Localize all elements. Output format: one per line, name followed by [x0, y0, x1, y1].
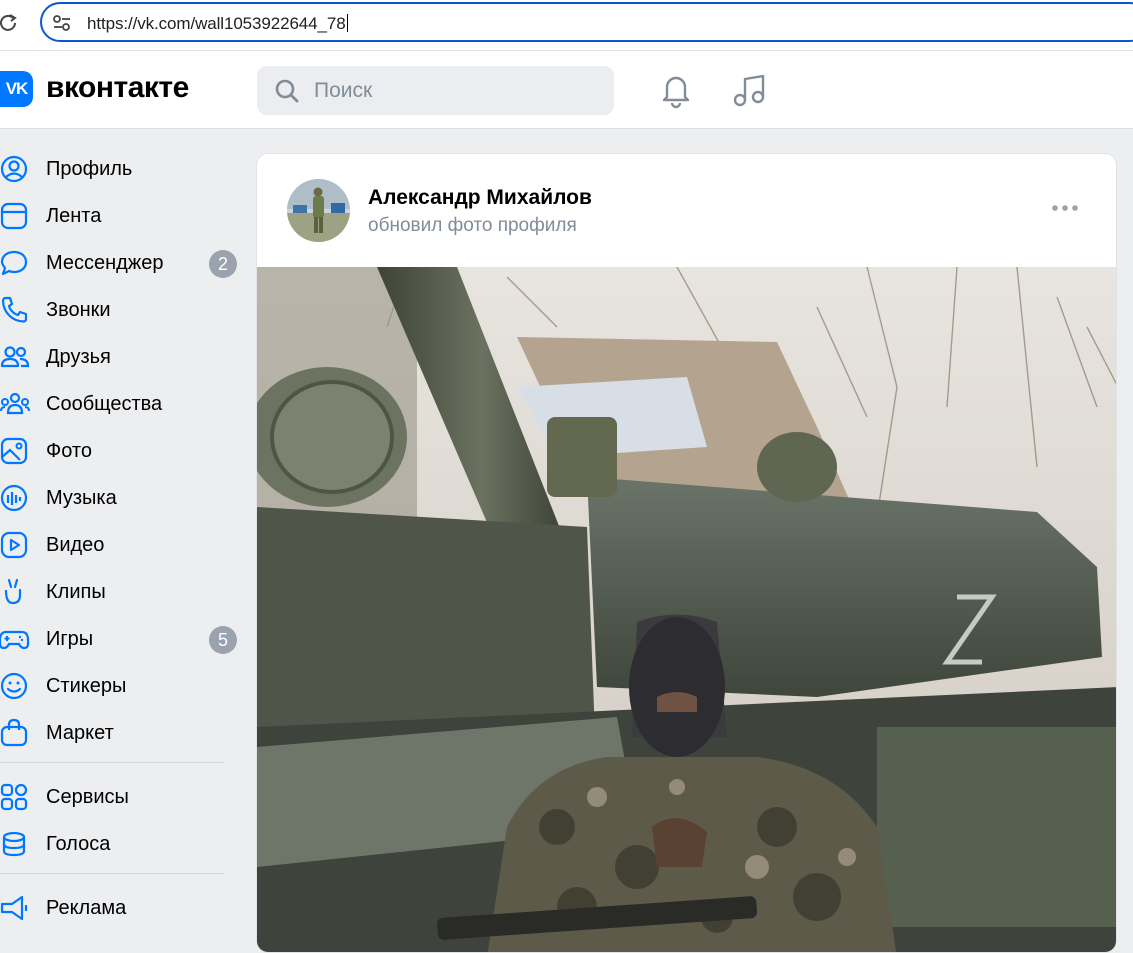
sidebar-item-label: Фото	[46, 440, 92, 462]
post-author-name[interactable]: Александр Михайлов	[368, 186, 592, 210]
photo-post-image[interactable]	[257, 267, 1117, 953]
sidebar-item-label: Голоса	[46, 833, 111, 855]
sidebar-item-games[interactable]: Игры 5	[0, 615, 245, 662]
sidebar-item-label: Клипы	[46, 581, 106, 603]
sidebar-item-label: Лента	[46, 205, 102, 227]
sidebar-item-profile[interactable]: Профиль	[0, 145, 245, 192]
video-icon	[0, 531, 28, 559]
vk-wordmark[interactable]: вконтакте	[46, 71, 189, 105]
vk-logo[interactable]: VK	[0, 71, 33, 107]
bell-icon[interactable]	[658, 71, 694, 109]
communities-icon	[0, 392, 30, 415]
sidebar-item-label: Стикеры	[46, 675, 127, 697]
games-badge: 5	[209, 626, 237, 654]
sidebar-item-video[interactable]: Видео	[0, 521, 245, 568]
sidebar-item-services[interactable]: Сервисы	[0, 773, 245, 820]
sidebar-item-label: Игры	[46, 628, 94, 650]
sidebar-item-label: Реклама	[46, 897, 127, 919]
sidebar-item-clips[interactable]: Клипы	[0, 568, 245, 615]
sidebar-item-votes[interactable]: Голоса	[0, 820, 245, 867]
sidebar-item-music[interactable]: Музыка	[0, 474, 245, 521]
sidebar-item-calls[interactable]: Звонки	[0, 286, 245, 333]
sidebar-item-label: Звонки	[46, 299, 111, 321]
sidebar-item-friends[interactable]: Друзья	[0, 333, 245, 380]
feed-icon	[0, 202, 28, 230]
votes-icon	[2, 831, 26, 857]
services-icon	[0, 783, 28, 811]
reload-icon[interactable]	[0, 12, 18, 34]
divider	[0, 762, 224, 763]
divider	[0, 873, 224, 874]
unread-badge: 2	[209, 250, 237, 278]
search-input[interactable]	[312, 77, 596, 105]
games-icon	[0, 630, 30, 650]
sidebar-item-label: Мессенджер	[46, 252, 164, 274]
stickers-icon	[0, 672, 28, 700]
sidebar-item-messenger[interactable]: Мессенджер 2	[0, 239, 245, 286]
sidebar: Профиль Лента Мессенджер 2 Звонки Друзья…	[0, 145, 245, 931]
sidebar-item-label: Маркет	[46, 722, 114, 744]
sidebar-item-feed[interactable]: Лента	[0, 192, 245, 239]
profile-icon	[0, 155, 28, 183]
sidebar-item-label: Музыка	[46, 487, 117, 509]
url-field[interactable]: https://vk.com/wall1053922644_78	[40, 2, 1133, 42]
sidebar-item-market[interactable]: Маркет	[0, 709, 245, 756]
phone-icon	[1, 296, 28, 323]
sidebar-item-photos[interactable]: Фото	[0, 427, 245, 474]
music-icon	[0, 484, 28, 512]
clips-icon	[4, 578, 22, 605]
sidebar-item-ads[interactable]: Реклама	[0, 884, 245, 931]
url-text: https://vk.com/wall1053922644_78	[87, 14, 348, 33]
photo-icon	[0, 437, 28, 465]
sidebar-item-label: Профиль	[46, 158, 133, 180]
post-card: Александр Михайлов обновил фото профиля	[256, 153, 1117, 953]
music-note-icon[interactable]	[731, 71, 767, 109]
avatar[interactable]	[287, 179, 350, 242]
sidebar-item-label: Сервисы	[46, 786, 129, 808]
sidebar-item-communities[interactable]: Сообщества	[0, 380, 245, 427]
market-icon	[0, 718, 28, 747]
sidebar-item-label: Сообщества	[46, 393, 163, 415]
vk-header: VK вконтакте	[0, 51, 1133, 129]
ads-icon	[0, 895, 28, 921]
browser-address-bar: https://vk.com/wall1053922644_78	[0, 0, 1133, 51]
messenger-icon	[0, 250, 28, 276]
search-icon	[275, 79, 299, 103]
post-action-text: обновил фото профиля	[368, 215, 577, 236]
friends-icon	[0, 346, 30, 368]
sidebar-item-label: Видео	[46, 534, 105, 556]
sidebar-item-label: Друзья	[46, 346, 111, 368]
sidebar-item-stickers[interactable]: Стикеры	[0, 662, 245, 709]
search-box[interactable]	[257, 66, 614, 115]
tune-icon[interactable]	[52, 14, 72, 32]
more-horizontal-icon[interactable]	[1050, 202, 1080, 214]
